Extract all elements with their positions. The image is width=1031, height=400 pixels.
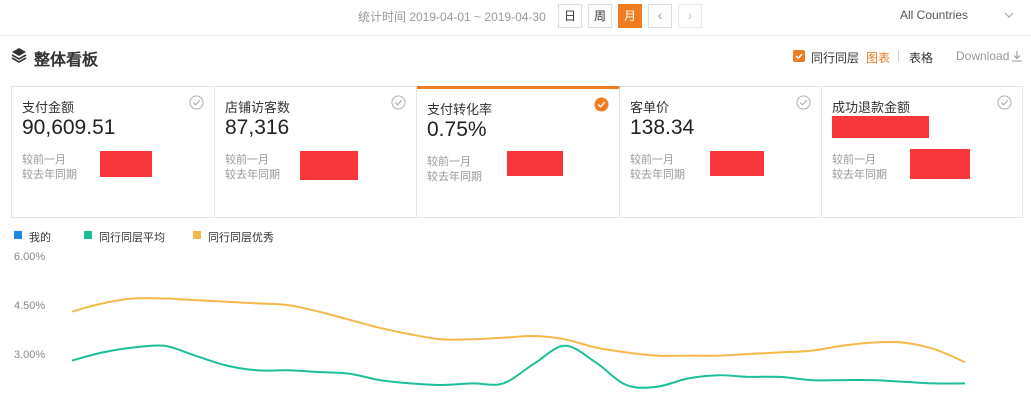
redaction-block	[832, 116, 929, 138]
compare-month-label: 较前一月	[22, 154, 66, 166]
view-table-link[interactable]: 表格	[909, 49, 933, 66]
download-link[interactable]: Download	[956, 49, 1009, 63]
metric-value: 138.34	[630, 116, 695, 139]
metric-label: 支付金额	[22, 100, 75, 115]
compare-year-label: 较去年同期	[427, 171, 482, 183]
compare-month-label: 较前一月	[225, 154, 269, 166]
compare-year-label: 较去年同期	[22, 169, 77, 181]
prev-period-button[interactable]: ‹	[648, 4, 672, 28]
metric-card-refund-amount[interactable]: 成功退款金额 较前一月 较去年同期	[822, 87, 1022, 217]
y-tick-label: 6.00%	[14, 251, 45, 263]
check-circle-icon[interactable]	[796, 95, 811, 110]
redaction-block	[910, 149, 970, 179]
series-line-peer-excellent	[71, 297, 966, 364]
metric-value: 87,316	[225, 116, 290, 139]
period-week-button[interactable]: 周	[588, 4, 612, 28]
redaction-block	[507, 151, 563, 176]
next-period-button[interactable]: ›	[678, 4, 702, 28]
metric-cards: 支付金额 90,609.51 较前一月 较去年同期 店铺访客数 87,316 较…	[11, 86, 1023, 218]
top-toolbar: 统计时间 2019-04-01 ~ 2019-04-30 日 周 月 ‹ › A…	[0, 0, 1031, 36]
compare-month-label: 较前一月	[832, 154, 876, 166]
metric-label: 支付转化率	[427, 102, 493, 117]
legend-swatch-peer-excellent	[193, 231, 201, 239]
compare-year-label: 较去年同期	[225, 169, 280, 181]
checkmark-icon	[795, 53, 803, 60]
legend-swatch-mine	[14, 231, 22, 239]
metric-card-store-visitors[interactable]: 店铺访客数 87,316 较前一月 较去年同期	[215, 87, 417, 217]
check-circle-filled-icon[interactable]	[594, 97, 609, 112]
metric-value: 90,609.51	[22, 116, 116, 139]
download-icon[interactable]	[1011, 50, 1023, 62]
peer-checkbox[interactable]	[793, 50, 805, 62]
line-chart: 6.00% 4.50% 3.00%	[14, 251, 966, 389]
peer-checkbox-label[interactable]: 同行同层	[811, 49, 859, 66]
series-line-peer-avg	[71, 344, 966, 389]
section-title: 整体看板	[34, 52, 99, 69]
check-circle-icon[interactable]	[189, 95, 204, 110]
metric-card-avg-order-value[interactable]: 客单价 138.34 较前一月 较去年同期	[620, 87, 822, 217]
compare-year-label: 较去年同期	[630, 169, 685, 181]
legend-swatch-peer-avg	[84, 231, 92, 239]
check-circle-icon[interactable]	[391, 95, 406, 110]
metric-card-payment-amount[interactable]: 支付金额 90,609.51 较前一月 较去年同期	[12, 87, 215, 217]
metric-label: 店铺访客数	[225, 100, 291, 115]
layers-icon	[11, 48, 27, 63]
metric-value: 0.75%	[427, 118, 487, 141]
period-month-button[interactable]: 月	[618, 4, 642, 28]
country-select[interactable]: All Countries	[900, 8, 968, 22]
view-separator: |	[897, 48, 901, 62]
redaction-block	[100, 151, 152, 177]
compare-month-label: 较前一月	[427, 156, 471, 168]
chevron-down-icon[interactable]	[1003, 9, 1015, 21]
redaction-block	[300, 151, 358, 180]
redaction-block	[710, 151, 764, 176]
check-circle-icon[interactable]	[997, 95, 1012, 110]
metric-label: 成功退款金额	[832, 100, 911, 115]
stat-period-text: 统计时间 2019-04-01 ~ 2019-04-30	[358, 10, 546, 24]
y-tick-label: 4.50%	[14, 300, 45, 312]
period-day-button[interactable]: 日	[558, 4, 582, 28]
metric-card-conversion-rate[interactable]: 支付转化率 0.75% 较前一月 较去年同期	[417, 86, 620, 218]
y-tick-label: 3.00%	[14, 349, 45, 361]
compare-month-label: 较前一月	[630, 154, 674, 166]
view-chart-link[interactable]: 图表	[866, 49, 890, 66]
compare-year-label: 较去年同期	[832, 169, 887, 181]
metric-label: 客单价	[630, 100, 670, 115]
